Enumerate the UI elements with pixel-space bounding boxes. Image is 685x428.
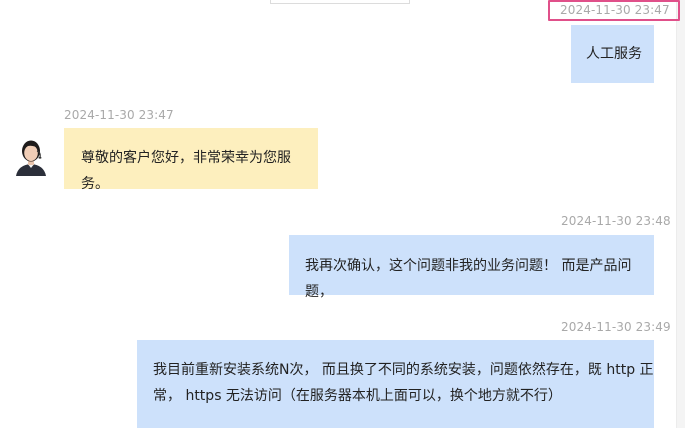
message-timestamp: 2024-11-30 23:47 [64,108,174,122]
message-text: 我再次确认，这个问题非我的业务问题！ 而是产品问题， [305,258,632,300]
message-timestamp: 2024-11-30 23:49 [561,320,671,334]
top-panel-edge [270,0,410,4]
message-text: 尊敬的客户您好，非常荣幸为您服务。 [81,150,291,192]
message-text-line: 常， https 无法访问（在服务器本机上面可以，换个地方就不行） [153,388,562,404]
message-text: 人工服务 [586,46,642,62]
message-bubble-outgoing: 我再次确认，这个问题非我的业务问题！ 而是产品问题， [289,235,654,300]
scrollbar-track[interactable] [676,0,685,428]
agent-avatar-icon [14,138,48,176]
message-timestamp: 2024-11-30 23:48 [561,214,671,228]
chat-window: 2024-11-30 23:47 人工服务 2024-11-30 23:47 尊… [0,0,685,428]
message-bubble-outgoing: 人工服务 [571,25,654,83]
message-bubble-incoming: 尊敬的客户您好，非常荣幸为您服务。 [64,128,318,192]
message-text-line: 我目前重新安装系统N次， 而且换了不同的系统安装，问题依然存在，既 http 正 [153,362,654,378]
message-timestamp: 2024-11-30 23:47 [548,0,680,21]
message-bubble-outgoing: 我目前重新安装系统N次， 而且换了不同的系统安装，问题依然存在，既 http 正… [137,340,654,428]
